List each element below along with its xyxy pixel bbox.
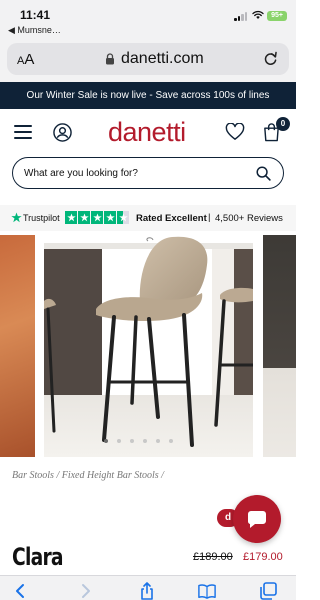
danetti-logo[interactable]: danetti bbox=[108, 117, 186, 148]
back-arrow-icon[interactable] bbox=[12, 582, 30, 600]
browser-toolbar bbox=[0, 575, 296, 600]
sale-price: £179.00 bbox=[243, 551, 283, 563]
trustpilot-bar[interactable]: Trustpilot Rated Excellent | 4,500+ Revi… bbox=[0, 205, 296, 231]
address-bar[interactable]: AA danetti.com bbox=[7, 43, 289, 75]
hamburger-menu-icon[interactable] bbox=[14, 125, 32, 139]
previous-slide-image[interactable] bbox=[0, 235, 35, 457]
breadcrumb[interactable]: Bar Stools / Fixed Height Bar Stools / bbox=[12, 470, 164, 481]
original-price: £189.00 bbox=[193, 551, 233, 563]
rating-star-icon bbox=[104, 211, 116, 224]
rating-star-icon bbox=[91, 211, 103, 224]
search-box[interactable] bbox=[12, 157, 284, 189]
status-time: 11:41 bbox=[20, 8, 51, 22]
carousel-dot-active[interactable] bbox=[104, 439, 108, 443]
bar-stool-product-image[interactable] bbox=[44, 235, 253, 457]
forward-arrow-icon[interactable] bbox=[76, 582, 94, 600]
share-icon[interactable] bbox=[138, 582, 156, 600]
back-to-app-link[interactable]: ◀ Mumsne… bbox=[8, 25, 61, 36]
product-title: Clara bbox=[12, 543, 64, 571]
reader-settings-button[interactable]: AA bbox=[17, 51, 34, 68]
search-icon[interactable] bbox=[256, 166, 271, 181]
tabs-icon[interactable] bbox=[259, 582, 277, 600]
cellular-signal-icon bbox=[234, 12, 248, 21]
url-text[interactable]: danetti.com bbox=[121, 50, 204, 68]
basket-count-badge: 0 bbox=[276, 117, 290, 131]
wishlist-heart-icon[interactable] bbox=[225, 123, 245, 141]
trustpilot-brand: Trustpilot bbox=[23, 213, 60, 223]
carousel-dot[interactable] bbox=[169, 439, 173, 443]
rating-star-icon bbox=[78, 211, 90, 224]
carousel-dot[interactable] bbox=[143, 439, 147, 443]
carousel-pagination bbox=[104, 439, 173, 443]
search-input[interactable] bbox=[24, 158, 254, 188]
trustpilot-separator: | bbox=[208, 212, 211, 223]
live-chat-button[interactable] bbox=[233, 495, 281, 543]
trustpilot-reviews: 4,500+ Reviews bbox=[215, 213, 283, 224]
carousel-dot[interactable] bbox=[130, 439, 134, 443]
carousel-dot[interactable] bbox=[156, 439, 160, 443]
trustpilot-stars bbox=[65, 211, 129, 224]
product-image-carousel[interactable] bbox=[0, 235, 296, 457]
status-bar: 11:41 ◀ Mumsne… 95+ bbox=[0, 0, 296, 35]
rating-half-star-icon bbox=[117, 211, 129, 224]
rating-star-icon bbox=[65, 211, 77, 224]
promo-banner[interactable]: Our Winter Sale is now live - Save acros… bbox=[0, 82, 296, 109]
carousel-dot[interactable] bbox=[117, 439, 121, 443]
account-icon[interactable] bbox=[53, 123, 72, 142]
battery-indicator: 95+ bbox=[267, 11, 287, 21]
bookmarks-icon[interactable] bbox=[198, 582, 216, 600]
wifi-icon bbox=[252, 10, 264, 19]
browser-top-area: 11:41 ◀ Mumsne… 95+ AA danetti.com bbox=[0, 0, 296, 82]
site-header: danetti 0 bbox=[0, 109, 296, 155]
trustpilot-star-icon bbox=[11, 212, 22, 223]
reload-icon[interactable] bbox=[262, 50, 279, 67]
lock-icon bbox=[106, 53, 114, 65]
chat-bubble-icon bbox=[247, 511, 266, 528]
trustpilot-rating: Rated Excellent bbox=[136, 213, 207, 224]
next-slide-image[interactable] bbox=[263, 235, 296, 457]
